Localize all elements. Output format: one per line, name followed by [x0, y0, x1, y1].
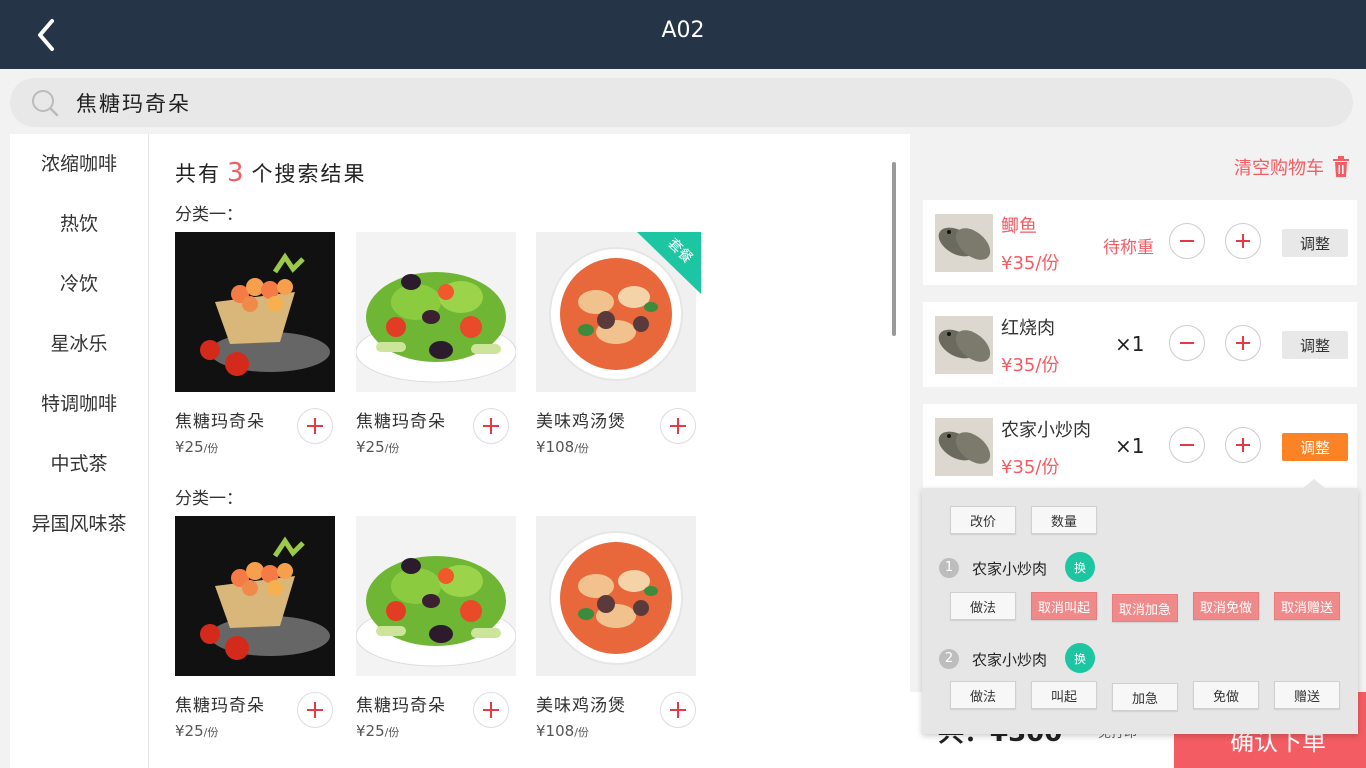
decrease-quantity-button[interactable] — [1169, 223, 1205, 259]
product-card[interactable]: 焦糖玛奇朵 ¥25/份 — [356, 516, 521, 756]
fish-thumbnail — [935, 418, 993, 476]
increase-quantity-button[interactable] — [1225, 325, 1261, 361]
category-item[interactable]: 星冰乐 — [10, 314, 148, 374]
cart-item-name: 鲫鱼 — [1001, 216, 1037, 237]
category-item[interactable]: 冷饮 — [10, 254, 148, 314]
add-to-cart-button[interactable] — [660, 408, 696, 444]
product-name: 焦糖玛奇朵 — [356, 696, 446, 716]
swap-button[interactable]: 换 — [1065, 643, 1095, 673]
add-to-cart-button[interactable] — [297, 408, 333, 444]
product-name: 焦糖玛奇朵 — [175, 696, 265, 716]
increase-quantity-button[interactable] — [1225, 223, 1261, 259]
category-sidebar: 浓缩咖啡 热饮 冷饮 星冰乐 特调咖啡 中式茶 异国风味茶 — [10, 134, 149, 768]
add-to-cart-button[interactable] — [473, 408, 509, 444]
cancel-rush-button[interactable]: 取消加急 — [1112, 594, 1178, 622]
category-item[interactable]: 浓缩咖啡 — [10, 134, 148, 194]
product-price: ¥108/份 — [536, 438, 589, 456]
fish-thumbnail — [935, 316, 993, 374]
change-price-button[interactable]: 改价 — [950, 506, 1016, 534]
clear-cart-label: 清空购物车 — [1234, 158, 1324, 179]
hold-button[interactable]: 叫起 — [1031, 681, 1097, 709]
swap-button[interactable]: 换 — [1065, 552, 1095, 582]
page-title: A02 — [661, 18, 705, 43]
dessert-image — [175, 516, 335, 676]
cart-item: 鲫鱼 ¥35/份 待称重 调整 — [923, 200, 1357, 285]
product-name: 美味鸡汤煲 — [536, 412, 626, 432]
product-card[interactable]: 焦糖玛奇朵 ¥25/份 — [175, 232, 340, 472]
category-item[interactable]: 中式茶 — [10, 434, 148, 494]
add-to-cart-button[interactable] — [660, 692, 696, 728]
cart-item-name: 红烧肉 — [1001, 318, 1055, 339]
trash-icon — [1332, 156, 1350, 178]
waive-button[interactable]: 免做 — [1193, 681, 1259, 709]
subitem-number: 2 — [939, 649, 959, 669]
product-price: ¥25/份 — [356, 438, 400, 456]
fish-thumbnail — [935, 214, 993, 272]
product-card[interactable]: 焦糖玛奇朵 ¥25/份 — [175, 516, 340, 756]
cancel-gift-button[interactable]: 取消赠送 — [1274, 592, 1340, 620]
adjust-popup: 改价 数量 1 农家小炒肉 换 做法 取消叫起 取消加急 取消免做 取消赠送 2… — [922, 479, 1358, 734]
product-name: 焦糖玛奇朵 — [356, 412, 446, 432]
adjust-button[interactable]: 调整 — [1282, 331, 1348, 359]
product-price: ¥108/份 — [536, 722, 589, 740]
cart-item-quantity: ×1 — [1115, 332, 1145, 356]
product-card[interactable]: 焦糖玛奇朵 ¥25/份 — [356, 232, 521, 472]
cart-item: 农家小炒肉 ¥35/份 ×1 调整 — [923, 404, 1357, 489]
results-summary: 共有 3 个搜索结果 — [175, 158, 367, 188]
product-card[interactable]: 套餐 美味鸡汤煲 ¥108/份 — [536, 232, 701, 472]
product-price: ¥25/份 — [356, 722, 400, 740]
cart-item-price: ¥35/份 — [1001, 355, 1060, 376]
add-to-cart-button[interactable] — [473, 692, 509, 728]
group-label: 分类一： — [175, 489, 243, 509]
decrease-quantity-button[interactable] — [1169, 427, 1205, 463]
results-count: 3 — [227, 158, 246, 188]
results-suffix: 个搜索结果 — [251, 162, 367, 186]
subitem-number: 1 — [939, 558, 959, 578]
search-input[interactable] — [76, 84, 1276, 121]
clear-cart-button[interactable]: 清空购物车 — [1234, 154, 1350, 180]
cart-item-name: 农家小炒肉 — [1001, 420, 1091, 441]
dessert-image — [175, 232, 335, 392]
gift-button[interactable]: 赠送 — [1274, 681, 1340, 709]
adjust-button[interactable]: 调整 — [1282, 433, 1348, 461]
category-item[interactable]: 特调咖啡 — [10, 374, 148, 434]
group-label: 分类一： — [175, 205, 243, 225]
salad-image — [356, 232, 516, 392]
preparation-button[interactable]: 做法 — [950, 681, 1016, 709]
popup-arrow — [1302, 479, 1326, 489]
add-to-cart-button[interactable] — [297, 692, 333, 728]
salad-image — [356, 516, 516, 676]
results-prefix: 共有 — [175, 162, 221, 186]
soup-pot-image — [536, 516, 696, 676]
decrease-quantity-button[interactable] — [1169, 325, 1205, 361]
cart-item: 红烧肉 ¥35/份 ×1 调整 — [923, 302, 1357, 387]
top-bar: A02 — [0, 0, 1366, 69]
rush-button[interactable]: 加急 — [1112, 683, 1178, 711]
set-meal-badge-icon: 套餐 — [637, 232, 701, 294]
category-item[interactable]: 热饮 — [10, 194, 148, 254]
results-scrollbar[interactable] — [892, 162, 896, 336]
search-results: 共有 3 个搜索结果 分类一： 焦糖玛奇朵 ¥25/份 焦糖玛奇朵 ¥25/份 … — [149, 134, 910, 768]
search-bar — [10, 78, 1353, 127]
product-price: ¥25/份 — [175, 438, 219, 456]
cancel-hold-button[interactable]: 取消叫起 — [1031, 592, 1097, 620]
cart-item-quantity: ×1 — [1115, 434, 1145, 458]
subitem-name: 农家小炒肉 — [972, 560, 1048, 578]
weigh-pending-status: 待称重 — [1103, 238, 1154, 258]
product-price: ¥25/份 — [175, 722, 219, 740]
change-quantity-button[interactable]: 数量 — [1031, 506, 1097, 534]
search-icon — [30, 88, 60, 118]
product-name: 美味鸡汤煲 — [536, 696, 626, 716]
category-item[interactable]: 异国风味茶 — [10, 494, 148, 554]
adjust-button[interactable]: 调整 — [1282, 229, 1348, 257]
increase-quantity-button[interactable] — [1225, 427, 1261, 463]
product-card[interactable]: 美味鸡汤煲 ¥108/份 — [536, 516, 701, 756]
cart-item-price: ¥35/份 — [1001, 253, 1060, 274]
subitem-name: 农家小炒肉 — [972, 651, 1048, 669]
cart-item-price: ¥35/份 — [1001, 457, 1060, 478]
cancel-waive-button[interactable]: 取消免做 — [1193, 592, 1259, 620]
preparation-button[interactable]: 做法 — [950, 592, 1016, 620]
product-name: 焦糖玛奇朵 — [175, 412, 265, 432]
